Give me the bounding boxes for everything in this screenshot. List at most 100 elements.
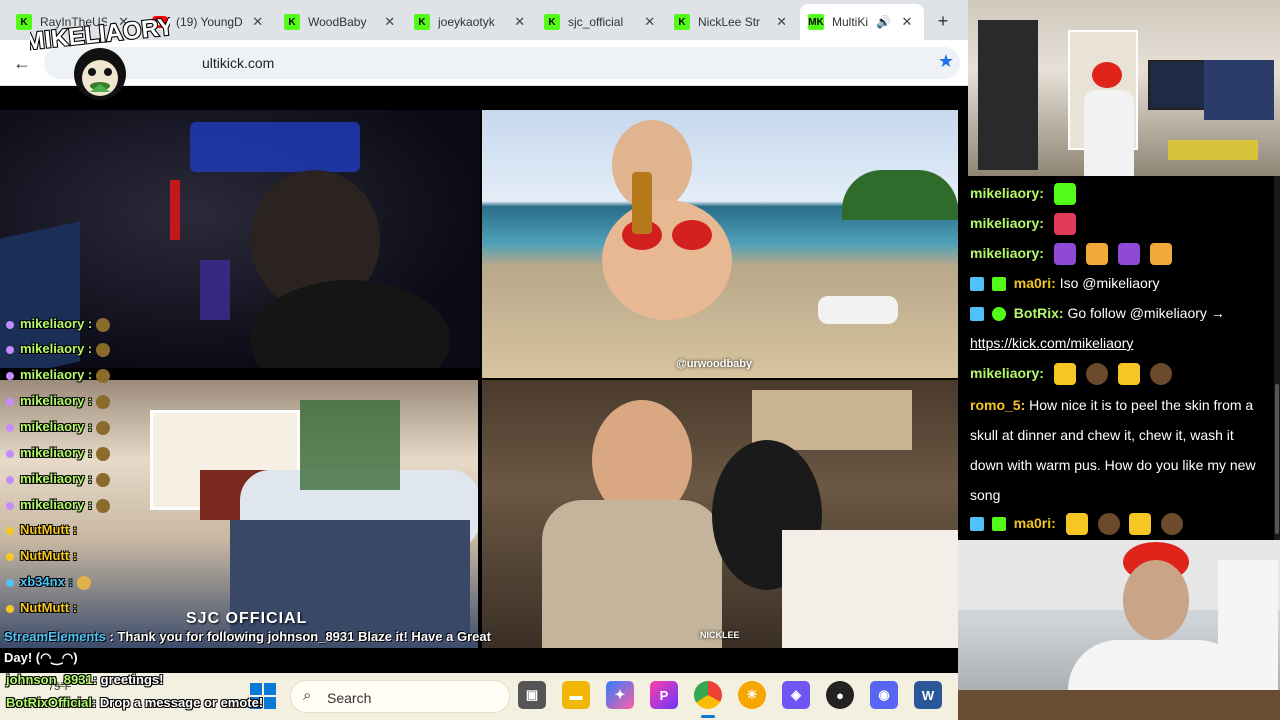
shelf-left bbox=[978, 20, 1038, 170]
guy-emote-icon bbox=[1149, 363, 1172, 386]
mcd-emote-icon bbox=[1129, 513, 1152, 536]
person-head bbox=[612, 120, 692, 210]
kick-icon: K bbox=[284, 14, 300, 30]
keyboard-glow bbox=[200, 260, 230, 320]
chat-username: johnson_8931 bbox=[6, 672, 93, 687]
mcd-emote-icon bbox=[1065, 513, 1088, 536]
badge-icon bbox=[6, 501, 14, 510]
task-view-icon[interactable]: ▣ bbox=[518, 681, 546, 709]
multistream-grid: @urwoodbaby NICKLEE bbox=[0, 88, 960, 673]
tab-label: joeykaotyk bbox=[438, 15, 495, 29]
red-led bbox=[170, 180, 180, 240]
close-icon[interactable]: ✕ bbox=[775, 14, 788, 30]
new-tab-button[interactable]: + bbox=[932, 10, 954, 32]
overlay-chat-line: mikeliaory : bbox=[6, 445, 111, 461]
streamer-body bbox=[1084, 90, 1134, 176]
overlay-chat-line: BotRixOfficial: Drop a message or emote! bbox=[6, 695, 263, 710]
close-icon[interactable]: ✕ bbox=[899, 14, 915, 30]
overlay-chat-line: mikeliaory : bbox=[6, 471, 111, 487]
mikeliaory-logo: MIKELIAORY bbox=[30, 12, 170, 100]
word-icon[interactable]: W bbox=[914, 681, 942, 709]
chat-username[interactable]: ma0ri: bbox=[1014, 275, 1056, 291]
kick-icon: K bbox=[544, 14, 560, 30]
copilot-icon[interactable]: ✦ bbox=[606, 681, 634, 709]
vpn-icon[interactable]: ◈ bbox=[782, 681, 810, 709]
badge-icon bbox=[991, 277, 1006, 292]
chat-username[interactable]: romo_5: bbox=[970, 397, 1025, 413]
red-beanie bbox=[1092, 62, 1122, 88]
active-app-indicator bbox=[701, 715, 715, 718]
emote-icon bbox=[76, 575, 91, 590]
tab-joeykaotyk[interactable]: K joeykaotyk ✕ bbox=[406, 7, 534, 37]
keyboard bbox=[958, 690, 1280, 720]
chat-message: : greetings! bbox=[92, 672, 164, 687]
chat-username[interactable]: ma0ri: bbox=[1014, 515, 1056, 531]
chat-text: Go follow @mikeliaory → bbox=[1067, 305, 1225, 321]
chat-username[interactable]: BotRix: bbox=[1014, 305, 1064, 321]
chat-scrollbar-thumb[interactable] bbox=[1275, 384, 1279, 534]
stream-pane-2[interactable]: @urwoodbaby bbox=[482, 110, 958, 378]
picsart-icon[interactable]: P bbox=[650, 681, 678, 709]
chat-scrollbar[interactable] bbox=[1274, 176, 1280, 540]
badge-icon bbox=[6, 578, 14, 587]
tab-label: (19) YoungD bbox=[176, 15, 242, 29]
tab-label: MultiKi bbox=[832, 15, 868, 29]
sun-app-icon[interactable]: ☀ bbox=[738, 681, 766, 709]
chat-username[interactable]: mikeliaory: bbox=[970, 185, 1044, 201]
webcam-feed-top bbox=[968, 0, 1280, 176]
badge-icon bbox=[6, 475, 14, 484]
badge-icon bbox=[6, 320, 14, 329]
chat-username: BotRixOfficial bbox=[6, 695, 92, 710]
lets-emote-icon bbox=[1053, 213, 1076, 236]
verified-icon bbox=[991, 307, 1006, 322]
tab-sjc-official[interactable]: K sjc_official ✕ bbox=[536, 7, 664, 37]
tab-nicklee[interactable]: K NickLee Str ✕ bbox=[666, 7, 796, 37]
swimsuit bbox=[672, 220, 712, 250]
overlay-chat-line: mikeliaory : bbox=[6, 393, 111, 409]
cat-emote-icon bbox=[1053, 243, 1076, 266]
emote-icon bbox=[96, 446, 111, 461]
overlay-chat-line: mikeliaory : bbox=[6, 367, 111, 383]
plants bbox=[300, 400, 400, 490]
close-icon[interactable]: ✕ bbox=[252, 14, 264, 30]
overlay-chat-line: johnson_8931: greetings! bbox=[6, 672, 263, 687]
badge-icon bbox=[6, 423, 14, 432]
emote-icon bbox=[96, 394, 111, 409]
discord-icon[interactable]: ◉ bbox=[870, 681, 898, 709]
overlay-chat-line: StreamElements : Thank you for following… bbox=[4, 626, 504, 668]
overlay-chat-line: mikeliaory : bbox=[6, 497, 111, 513]
chat-message-row: ma0ri: Iso @mikeliaory bbox=[970, 268, 1160, 298]
close-icon[interactable]: ✕ bbox=[514, 14, 526, 30]
overlay-chat-line: mikeliaory : bbox=[6, 419, 111, 435]
url-field[interactable]: ultikick.com ★ bbox=[44, 47, 960, 79]
chat-username[interactable]: mikeliaory: bbox=[970, 365, 1044, 381]
tab-label: sjc_official bbox=[568, 15, 624, 29]
badge-icon bbox=[970, 307, 984, 322]
url-text: ultikick.com bbox=[202, 55, 275, 71]
close-icon[interactable]: ✕ bbox=[384, 14, 396, 30]
obs-icon[interactable]: ● bbox=[826, 681, 854, 709]
bookmark-star-icon[interactable]: ★ bbox=[938, 51, 954, 72]
chat-username[interactable]: mikeliaory: bbox=[970, 245, 1044, 261]
chat-message-row: mikeliaory: bbox=[970, 208, 1076, 238]
stream-pane-4[interactable]: NICKLEE bbox=[482, 380, 958, 648]
overlay-chat-bottom: johnson_8931: greetings! BotRixOfficial:… bbox=[6, 672, 263, 710]
chrome-icon[interactable] bbox=[694, 681, 722, 709]
chat-link[interactable]: https://kick.com/mikeliaory bbox=[970, 335, 1133, 351]
badge-icon bbox=[6, 552, 14, 561]
w-emote-icon bbox=[1053, 363, 1076, 386]
file-explorer-icon[interactable]: ▬ bbox=[562, 681, 590, 709]
taskbar-search[interactable]: ⌕ Search bbox=[290, 680, 510, 713]
badge-icon bbox=[6, 371, 14, 380]
badge-icon bbox=[6, 397, 14, 406]
chat-username[interactable]: mikeliaory: bbox=[970, 215, 1044, 231]
emote-icon bbox=[96, 368, 111, 383]
speaker-icon[interactable]: 🔊 bbox=[876, 15, 891, 29]
close-icon[interactable]: ✕ bbox=[644, 14, 656, 30]
tab-woodbaby[interactable]: K WoodBaby ✕ bbox=[276, 7, 404, 37]
overlay-chat-line: NutMutt : bbox=[6, 522, 77, 537]
badge-icon bbox=[991, 517, 1006, 532]
tab-multikick[interactable]: MK MultiKi 🔊 ✕ bbox=[800, 4, 924, 40]
guy-emote-icon bbox=[1161, 513, 1184, 536]
badge-icon bbox=[6, 526, 14, 535]
